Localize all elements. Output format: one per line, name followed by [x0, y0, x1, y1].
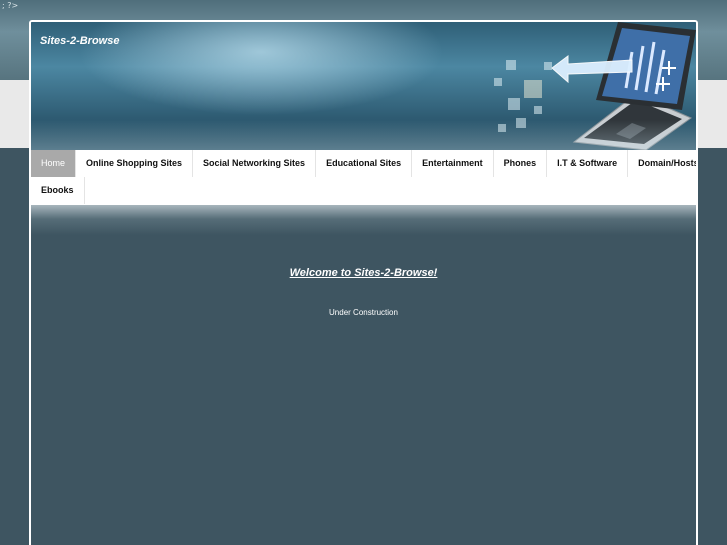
site-frame: Sites-2-Browse Home Online Shopping Site…: [29, 20, 698, 545]
stray-php-text: ; ?>: [2, 1, 19, 10]
site-header: Sites-2-Browse: [31, 22, 696, 150]
main-navigation: Home Online Shopping Sites Social Networ…: [31, 150, 696, 205]
status-text: Under Construction: [329, 308, 398, 317]
nav-item-it-software[interactable]: I.T & Software: [547, 150, 629, 177]
nav-item-phones[interactable]: Phones: [494, 150, 548, 177]
nav-item-online-shopping-sites[interactable]: Online Shopping Sites: [76, 150, 194, 177]
nav-item-entertainment[interactable]: Entertainment: [412, 150, 494, 177]
site-title[interactable]: Sites-2-Browse: [40, 35, 119, 47]
nav-item-ebooks[interactable]: Ebooks: [31, 177, 85, 204]
welcome-link[interactable]: Welcome to Sites-2-Browse!: [31, 267, 696, 279]
right-background-strip: [698, 148, 727, 438]
arrow-icon: [551, 55, 633, 84]
nav-row-2: Ebooks: [31, 177, 696, 204]
nav-row-1: Home Online Shopping Sites Social Networ…: [31, 150, 696, 177]
main-content: Welcome to Sites-2-Browse! Under Constru…: [31, 205, 696, 545]
nav-item-social-networking-sites[interactable]: Social Networking Sites: [193, 150, 317, 177]
nav-item-home[interactable]: Home: [31, 150, 77, 177]
nav-item-domain-hosts[interactable]: Domain/Hosts: [628, 150, 696, 177]
nav-item-educational-sites[interactable]: Educational Sites: [316, 150, 413, 177]
